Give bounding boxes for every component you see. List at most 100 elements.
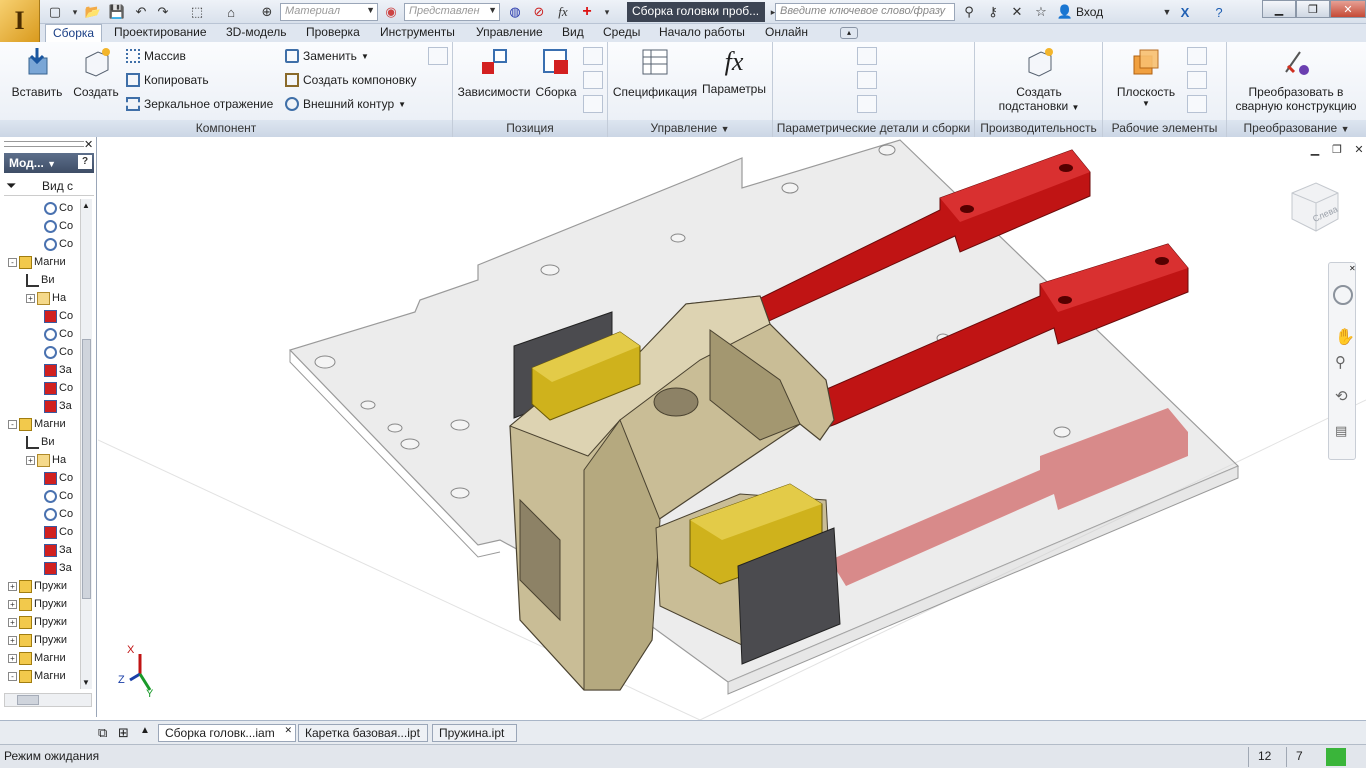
ucs-icon[interactable] xyxy=(1187,95,1207,113)
viewcube[interactable]: Слева xyxy=(1284,179,1344,239)
plane-button[interactable]: Плоскость ▼ xyxy=(1111,46,1181,108)
browser-node[interactable]: За xyxy=(44,559,72,577)
parameters-button[interactable]: fx Параметры xyxy=(700,46,768,96)
look-at-icon[interactable]: ▤ xyxy=(1335,423,1347,439)
browser-node[interactable]: + На xyxy=(26,451,66,469)
search-input[interactable]: Введите ключевое слово/фразу xyxy=(775,3,955,21)
steering-wheel-icon[interactable] xyxy=(1333,285,1353,305)
hscroll-thumb[interactable] xyxy=(17,695,39,705)
scroll-down-icon[interactable]: ▼ xyxy=(82,678,90,687)
user-icon[interactable]: 👤 xyxy=(1056,3,1074,21)
browser-node[interactable]: Со xyxy=(44,469,73,487)
tab-inspect[interactable]: Проверка xyxy=(299,24,367,42)
update-icon[interactable]: ⊕ xyxy=(258,3,276,21)
browser-node[interactable]: Со xyxy=(44,199,73,217)
graphics-window[interactable]: ▁ ❐ ✕ Слева ✕ ✋ ⚲ ⟲ ▤ X Z Y xyxy=(98,137,1366,720)
clear-icon[interactable]: ⊘ xyxy=(530,3,548,21)
pan-icon[interactable]: ✋ xyxy=(1335,327,1355,347)
move-icon[interactable] xyxy=(583,47,603,65)
browser-node[interactable]: Со xyxy=(44,379,73,397)
browser-node[interactable]: Со xyxy=(44,235,73,253)
browser-node[interactable]: + Пружи xyxy=(8,631,67,649)
expand-icon[interactable]: + xyxy=(8,635,17,645)
browser-node[interactable]: Ви xyxy=(26,433,54,451)
expand-icon[interactable]: + xyxy=(26,293,35,303)
home-icon[interactable]: ⌂ xyxy=(222,3,240,21)
mirror-button[interactable]: Зеркальное отражение xyxy=(126,97,273,111)
login-label[interactable]: Вход xyxy=(1076,5,1103,19)
expand-icon[interactable]: + xyxy=(26,455,35,465)
ipart-info-icon[interactable] xyxy=(857,47,877,65)
work-point-icon[interactable] xyxy=(1187,71,1207,89)
undo-icon[interactable]: ↶ xyxy=(132,3,150,21)
plus-icon[interactable]: + xyxy=(578,3,596,21)
browser-node[interactable]: Со xyxy=(44,325,73,343)
filter-icon[interactable]: ⏷ xyxy=(6,178,16,194)
viewport-close-icon[interactable]: ✕ xyxy=(1352,143,1366,157)
browser-grip[interactable] xyxy=(4,141,84,147)
browser-node[interactable]: За xyxy=(44,361,72,379)
tools-icon[interactable]: ✕ xyxy=(1008,3,1026,21)
tab-online[interactable]: Онлайн xyxy=(758,24,815,42)
dropdown-icon[interactable]: ▾ xyxy=(598,3,616,21)
tab-design[interactable]: Проектирование xyxy=(107,24,214,42)
browser-node[interactable]: Ви xyxy=(26,271,54,289)
save-icon[interactable]: 💾 xyxy=(108,3,126,21)
browser-node[interactable]: - Магни xyxy=(8,667,66,685)
tile-icon[interactable]: ⊞ xyxy=(118,725,129,741)
up-arrow-icon[interactable]: ▲ xyxy=(140,725,150,736)
browser-node[interactable]: Со xyxy=(44,523,73,541)
pattern-button[interactable]: Массив xyxy=(126,49,186,63)
ipart-table-icon[interactable] xyxy=(857,71,877,89)
view-selector[interactable]: Вид с xyxy=(42,179,73,193)
browser-node[interactable]: + Пружи xyxy=(8,595,67,613)
doc-tab-carriage[interactable]: Каретка базовая...ipt xyxy=(298,724,428,742)
tab-get-started[interactable]: Начало работы xyxy=(652,24,752,42)
browser-node[interactable]: Со xyxy=(44,343,73,361)
orbit-icon[interactable]: ⟲ xyxy=(1335,387,1348,405)
browser-hscrollbar[interactable] xyxy=(4,693,92,707)
scroll-thumb[interactable] xyxy=(82,339,91,599)
scroll-up-icon[interactable]: ▲ xyxy=(82,201,90,210)
browser-node[interactable]: За xyxy=(44,397,72,415)
dropdown-icon[interactable]: ▾ xyxy=(66,3,84,21)
new-icon[interactable]: ▢ xyxy=(46,3,64,21)
browser-node[interactable]: Со xyxy=(44,307,73,325)
open-icon[interactable]: 📂 xyxy=(84,3,102,21)
expand-icon[interactable]: + xyxy=(8,653,17,663)
browser-node[interactable]: + Пружи xyxy=(8,613,67,631)
chevron-down-icon[interactable]: ▼ xyxy=(1158,3,1176,21)
bom-button[interactable]: Спецификация xyxy=(612,46,698,99)
viewport-restore-icon[interactable]: ❐ xyxy=(1330,143,1344,157)
browser-node[interactable]: Со xyxy=(44,505,73,523)
panel-title[interactable]: Преобразование ▼ xyxy=(1227,120,1366,137)
representation-combo[interactable]: Представлен ▼ xyxy=(404,3,500,21)
tab-tools[interactable]: Инструменты xyxy=(373,24,462,42)
minimize-button[interactable]: ▁ xyxy=(1262,0,1296,18)
cascade-icon[interactable]: ⧉ xyxy=(98,725,107,741)
expand-icon[interactable]: + xyxy=(8,599,17,609)
panel-title[interactable]: Управление ▼ xyxy=(608,120,772,137)
exchange-icon[interactable]: X xyxy=(1176,3,1194,21)
frame-generator-icon[interactable] xyxy=(428,47,448,65)
key-icon[interactable]: ⚷ xyxy=(984,3,1002,21)
constrain-button[interactable]: Зависимости xyxy=(457,46,531,99)
assemble-button[interactable]: Сборка xyxy=(533,46,579,99)
create-layout-button[interactable]: Создать компоновку xyxy=(285,73,416,87)
close-button[interactable]: ✕ xyxy=(1330,0,1366,18)
create-button[interactable]: Создать xyxy=(70,46,122,99)
expand-icon[interactable]: + xyxy=(8,581,17,591)
tab-manage[interactable]: Управление xyxy=(469,24,550,42)
rotate-icon[interactable] xyxy=(583,71,603,89)
doc-tab-spring[interactable]: Пружина.ipt xyxy=(432,724,517,742)
browser-node[interactable]: + На xyxy=(26,289,66,307)
browser-node[interactable]: + Магни xyxy=(8,649,66,667)
select-icon[interactable]: ⬚ xyxy=(188,3,206,21)
convert-weldment-button[interactable]: Преобразовать в сварную конструкцию xyxy=(1231,46,1361,113)
shrinkwrap-button[interactable]: Внешний контур ▼ xyxy=(285,97,406,111)
browser-node[interactable]: - Магни xyxy=(8,253,66,271)
expand-icon[interactable]: + xyxy=(8,617,17,627)
collapse-icon[interactable]: - xyxy=(8,419,17,429)
assembly-model[interactable] xyxy=(98,137,1366,720)
browser-scrollbar[interactable]: ▲ ▼ xyxy=(80,199,92,689)
